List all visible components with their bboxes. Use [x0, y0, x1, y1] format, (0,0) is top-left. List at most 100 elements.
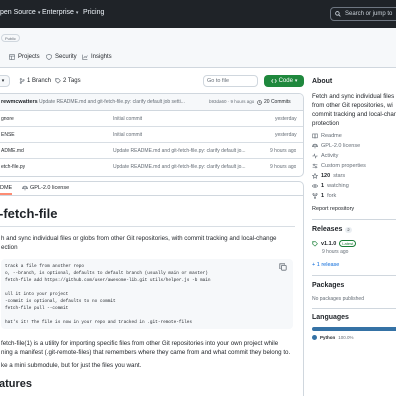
tab-license-label: GPL-2.0 license	[30, 185, 70, 191]
chevron-down-icon: ▾	[294, 78, 298, 84]
tab-license[interactable]: GPL-2.0 license	[22, 185, 69, 191]
copy-icon[interactable]	[279, 263, 287, 271]
code-button-label: Code	[278, 78, 293, 84]
search-icon	[335, 11, 341, 17]
code-line: o, --branch, is optional, defaults to de…	[5, 271, 208, 276]
nav-pricing-label: Pricing	[83, 9, 105, 16]
file-name[interactable]: ENSE	[1, 132, 15, 138]
tab-projects[interactable]: Projects	[9, 54, 40, 60]
file-commit-message[interactable]: Initial commit	[113, 132, 142, 138]
release-item[interactable]: v1.1.0 Latest	[312, 240, 357, 247]
file-commit-time: 9 hours ago	[270, 164, 297, 170]
activity-link[interactable]: Activity	[312, 153, 338, 159]
readme-link[interactable]: Readme	[312, 133, 342, 139]
tags-link[interactable]: 2 Tags	[55, 78, 81, 84]
fork-icon	[312, 193, 318, 199]
go-to-file-placeholder: Go to file	[207, 78, 230, 84]
commit-message[interactable]: Update README.md and git-fetch-file.py: …	[39, 99, 195, 105]
history-icon	[257, 99, 262, 105]
code-block: track a file from another repo o, --bran…	[1, 259, 293, 329]
readme-description-line: ke a mini submodule, but for just the fi…	[1, 362, 142, 369]
release-version: v1.1.0	[321, 240, 337, 247]
watchers-count: 1	[321, 183, 325, 189]
releases-count: 2	[345, 226, 352, 233]
code-line: hat's it! The file is now in your repo a…	[5, 320, 193, 325]
release-date: 9 hours ago	[322, 249, 349, 255]
nav-open-source[interactable]: pen Source ▾	[0, 9, 40, 16]
about-description-line: protection	[312, 120, 340, 127]
code-button[interactable]: Code ▾	[264, 75, 304, 87]
forks-count: 1	[321, 193, 325, 199]
language-item[interactable]: Python 100.0%	[312, 335, 354, 340]
latest-commit-row: rewmcwatters Update README.md and git-fe…	[0, 94, 303, 111]
features-heading: atures	[0, 378, 33, 390]
file-name[interactable]: gnore	[1, 116, 14, 122]
releases-heading-label: Releases	[312, 226, 343, 233]
visibility-badge: Public	[1, 34, 20, 42]
sidebar-divider	[312, 219, 396, 220]
nav-enterprise-label: Enterprise	[42, 9, 74, 16]
readme-description-line: fetch-file(1) is a utility for importing…	[1, 340, 279, 347]
readme-description-line: ning a manifest (.git-remote-files) that…	[1, 349, 291, 356]
tab-security-label: Security	[55, 54, 77, 60]
tab-security[interactable]: Security	[46, 54, 77, 60]
watchers-label: watching	[327, 183, 349, 189]
about-description-line: commit tracking and local-chan	[312, 111, 396, 118]
tag-icon	[312, 240, 318, 247]
commit-author[interactable]: rewmcwatters	[1, 99, 38, 105]
releases-heading[interactable]: Releases 2	[312, 226, 352, 233]
watchers-link[interactable]: 1 watching	[312, 183, 349, 189]
readme-title: -fetch-file	[0, 206, 58, 221]
go-to-file-input[interactable]: Go to file	[203, 75, 258, 87]
report-repository-link[interactable]: Report repository	[312, 206, 354, 212]
language-color-dot	[312, 335, 317, 340]
file-commit-message[interactable]: Update README.md and git-fetch-file.py: …	[113, 164, 263, 170]
custom-properties-label: Custom properties	[321, 163, 366, 169]
branch-select-button[interactable]: ▾	[0, 75, 10, 87]
tab-insights[interactable]: Insights	[82, 54, 112, 60]
file-commit-message[interactable]: Update README.md and git-fetch-file.py: …	[113, 148, 263, 154]
file-name[interactable]: ADME.md	[1, 148, 24, 154]
commit-hash-time[interactable]: b93da60 · 9 hours ago	[209, 99, 254, 104]
about-description-line: Fetch and sync individual files o	[312, 93, 396, 100]
file-commit-time: yesterday	[275, 132, 297, 138]
branch-icon	[19, 78, 25, 84]
title-divider	[0, 226, 295, 227]
tab-readme[interactable]: DME	[0, 185, 13, 195]
stars-count: 120	[321, 173, 331, 179]
tab-projects-label: Projects	[18, 54, 40, 60]
about-heading: About	[312, 78, 333, 85]
more-releases-link[interactable]: + 1 release	[312, 262, 339, 268]
custom-properties-link[interactable]: Custom properties	[312, 163, 366, 169]
file-name[interactable]: etch-file.py	[1, 164, 25, 170]
latest-badge: Latest	[339, 240, 357, 247]
branches-count: 1 Branch	[27, 78, 52, 84]
code-line: fetch-file pull --commit	[5, 306, 69, 311]
branches-link[interactable]: 1 Branch	[19, 78, 51, 84]
packages-empty-text: No packages published	[312, 296, 364, 302]
readme-intro-line: h and sync individual files or globs fro…	[1, 235, 277, 242]
license-link[interactable]: GPL-2.0 license	[312, 143, 360, 149]
readme-tabs: DME GPL-2.0 license	[0, 182, 303, 196]
file-commit-message[interactable]: Initial commit	[113, 116, 142, 122]
shield-icon	[46, 54, 52, 60]
code-icon	[270, 78, 277, 84]
eye-icon	[312, 184, 318, 188]
file-commit-time: 9 hours ago	[270, 148, 297, 154]
commits-link[interactable]: 20 Commits	[257, 99, 291, 105]
license-link-label: GPL-2.0 license	[321, 143, 361, 149]
language-percent: 100.0%	[338, 335, 354, 340]
commits-count: 20 Commits	[264, 99, 291, 105]
sliders-icon	[312, 163, 318, 169]
code-line: fetch-file add https://github.com/user/a…	[5, 278, 211, 283]
star-icon	[312, 173, 318, 179]
forks-link[interactable]: 1 fork	[312, 193, 336, 199]
global-search-input[interactable]: Search or jump to	[330, 7, 396, 21]
chevron-down-icon: ▾	[75, 9, 79, 16]
readme-intro-line: ection	[1, 244, 18, 251]
nav-pricing[interactable]: Pricing	[83, 9, 104, 16]
stars-link[interactable]: 120 stars	[312, 173, 345, 179]
packages-heading[interactable]: Packages	[312, 282, 344, 289]
file-row: ENSE Initial commit yesterday	[0, 127, 303, 143]
nav-enterprise[interactable]: Enterprise ▾	[42, 9, 78, 16]
